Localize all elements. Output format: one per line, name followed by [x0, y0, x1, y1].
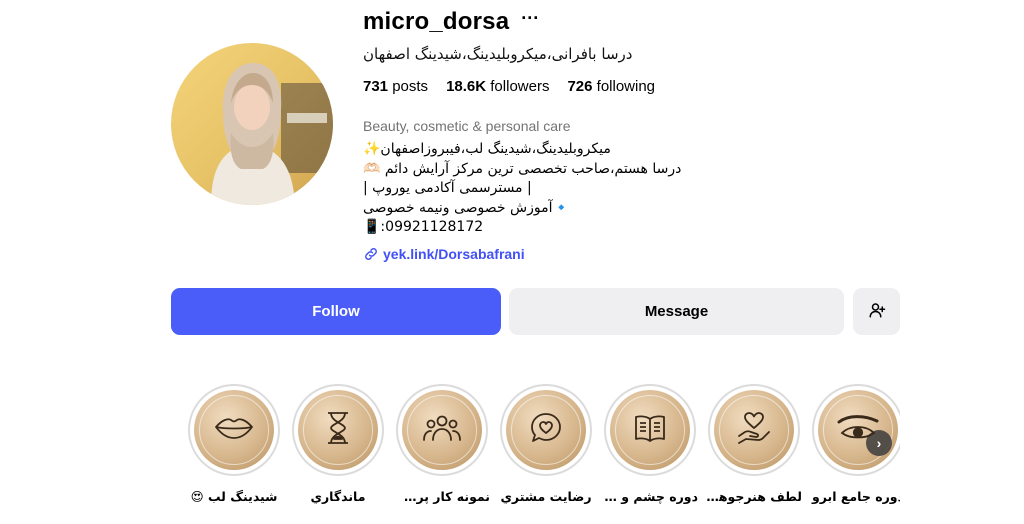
following-count: 726 — [567, 78, 593, 95]
highlight-label: شيدينگ لب 😍 — [190, 489, 278, 504]
highlight-ring[interactable] — [188, 384, 280, 476]
profile-category: Beauty, cosmetic & personal care — [363, 118, 571, 134]
add-user-icon — [868, 301, 886, 322]
story-highlights: دوره جامع ابرو لطف هنرجوها... دوره چشم و… — [186, 384, 900, 514]
highlight-cover — [298, 390, 378, 470]
highlight-ring[interactable] — [396, 384, 488, 476]
highlight-ring[interactable] — [500, 384, 592, 476]
profile-bio: میکروبلیدینگ،شیدینگ لب،فیبروزاصفهان✨ درس… — [363, 140, 923, 238]
bio-line: | مسترسمی آکادمی یوروپ | — [363, 180, 532, 196]
highlight-label: ماندگاري — [310, 489, 366, 504]
bio-line: 🔹آموزش خصوصی ونیمه خصوصی — [363, 199, 570, 216]
full-name: درسا بافرانی،میکروبلیدینگ،شیدینگ اصفهان — [363, 45, 633, 63]
posts-stat[interactable]: 731 posts — [363, 78, 428, 95]
posts-count: 731 — [363, 78, 389, 95]
highlight-ring[interactable] — [604, 384, 696, 476]
highlight-ring[interactable] — [812, 384, 900, 476]
highlight-cover — [610, 390, 690, 470]
highlight-item[interactable]: شيدينگ لب 😍 — [186, 384, 282, 504]
add-user-button[interactable] — [853, 288, 900, 335]
lips-icon — [214, 416, 254, 445]
highlight-item[interactable]: نمونه کار پرسنل — [394, 384, 490, 504]
highlight-label: دوره چشم و ل... — [602, 489, 698, 504]
book-icon — [633, 413, 667, 448]
following-stat[interactable]: 726 following — [567, 78, 655, 95]
link-icon — [363, 246, 379, 262]
profile-info: micro_dorsa ··· درسا بافرانی،میکروبلیدین… — [363, 6, 923, 262]
highlight-item[interactable]: دوره چشم و ل... — [602, 384, 698, 504]
followers-stat[interactable]: 18.6K followers — [446, 78, 549, 95]
highlight-ring[interactable] — [292, 384, 384, 476]
brow-icon — [836, 413, 880, 448]
follow-button[interactable]: Follow — [171, 288, 501, 335]
profile-stats: 731 posts 18.6K followers 726 following — [363, 78, 923, 95]
highlight-cover — [194, 390, 274, 470]
group-icon — [422, 413, 462, 448]
highlight-item[interactable]: لطف هنرجوها... — [706, 384, 802, 504]
bio-line: میکروبلیدینگ،شیدینگ لب،فیبروزاصفهان✨ — [363, 141, 611, 157]
bio-line: 09921128172:📱 — [363, 219, 484, 235]
followers-count: 18.6K — [446, 78, 487, 95]
highlight-ring[interactable] — [708, 384, 800, 476]
highlight-cover — [506, 390, 586, 470]
chat-heart-icon — [529, 411, 563, 450]
highlight-item[interactable]: رضايت مشتري — [498, 384, 594, 504]
more-options-icon[interactable]: ··· — [521, 9, 539, 27]
highlight-label: لطف هنرجوها... — [706, 489, 802, 504]
hourglass-icon — [325, 411, 351, 450]
followers-label: followers — [490, 78, 550, 95]
following-label: following — [596, 78, 656, 95]
profile-link[interactable]: yek.link/Dorsabafrani — [363, 246, 923, 262]
highlight-label: دوره جامع ابرو — [812, 489, 900, 504]
highlight-label: رضايت مشتري — [500, 489, 592, 504]
highlight-cover — [402, 390, 482, 470]
highlight-label: نمونه کار پرسنل — [394, 489, 490, 504]
profile-avatar[interactable] — [171, 43, 333, 205]
highlight-cover — [714, 390, 794, 470]
username: micro_dorsa — [363, 8, 510, 35]
link-text[interactable]: yek.link/Dorsabafrani — [383, 246, 525, 262]
message-button[interactable]: Message — [509, 288, 844, 335]
highlight-cover — [818, 390, 898, 470]
heart-hand-icon — [736, 410, 772, 451]
highlight-item[interactable]: ماندگاري — [290, 384, 386, 504]
posts-label: posts — [392, 78, 429, 95]
username-row: micro_dorsa ··· — [363, 6, 923, 38]
bio-line: درسا هستم،صاحب تخصصی ترین مرکز آرایش دائ… — [363, 160, 682, 177]
